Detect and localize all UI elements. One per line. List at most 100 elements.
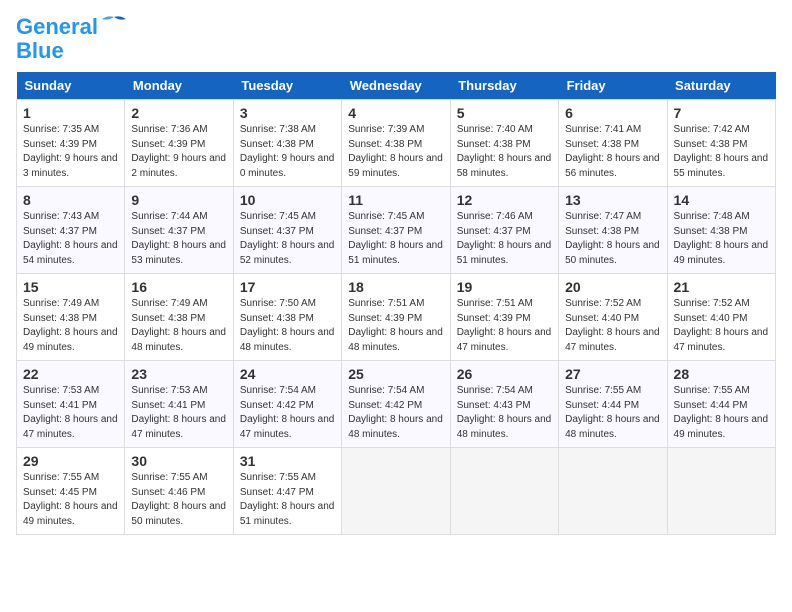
logo-bird-icon: [100, 15, 128, 35]
day-number: 1: [23, 105, 118, 121]
calendar-cell: 26 Sunrise: 7:54 AMSunset: 4:43 PMDaylig…: [450, 361, 558, 448]
calendar-cell: [450, 448, 558, 535]
day-info: Sunrise: 7:44 AMSunset: 4:37 PMDaylight:…: [131, 211, 226, 266]
day-number: 23: [131, 366, 226, 382]
calendar-cell: 3 Sunrise: 7:38 AMSunset: 4:38 PMDayligh…: [233, 100, 341, 187]
day-info: Sunrise: 7:45 AMSunset: 4:37 PMDaylight:…: [240, 211, 335, 266]
col-header-sunday: Sunday: [17, 72, 125, 100]
week-row-1: 1 Sunrise: 7:35 AMSunset: 4:39 PMDayligh…: [17, 100, 776, 187]
day-info: Sunrise: 7:54 AMSunset: 4:43 PMDaylight:…: [457, 385, 552, 440]
day-info: Sunrise: 7:40 AMSunset: 4:38 PMDaylight:…: [457, 124, 552, 179]
calendar-cell: 7 Sunrise: 7:42 AMSunset: 4:38 PMDayligh…: [667, 100, 775, 187]
day-info: Sunrise: 7:36 AMSunset: 4:39 PMDaylight:…: [131, 124, 226, 179]
calendar-cell: 31 Sunrise: 7:55 AMSunset: 4:47 PMDaylig…: [233, 448, 341, 535]
calendar-cell: 13 Sunrise: 7:47 AMSunset: 4:38 PMDaylig…: [559, 187, 667, 274]
day-info: Sunrise: 7:51 AMSunset: 4:39 PMDaylight:…: [457, 298, 552, 353]
calendar-cell: 20 Sunrise: 7:52 AMSunset: 4:40 PMDaylig…: [559, 274, 667, 361]
day-info: Sunrise: 7:38 AMSunset: 4:38 PMDaylight:…: [240, 124, 335, 179]
day-info: Sunrise: 7:41 AMSunset: 4:38 PMDaylight:…: [565, 124, 660, 179]
col-header-friday: Friday: [559, 72, 667, 100]
day-info: Sunrise: 7:55 AMSunset: 4:45 PMDaylight:…: [23, 472, 118, 527]
day-number: 18: [348, 279, 443, 295]
calendar-cell: 28 Sunrise: 7:55 AMSunset: 4:44 PMDaylig…: [667, 361, 775, 448]
day-info: Sunrise: 7:52 AMSunset: 4:40 PMDaylight:…: [565, 298, 660, 353]
calendar-cell: 10 Sunrise: 7:45 AMSunset: 4:37 PMDaylig…: [233, 187, 341, 274]
day-number: 10: [240, 192, 335, 208]
day-number: 31: [240, 453, 335, 469]
day-number: 7: [674, 105, 769, 121]
calendar-cell: 15 Sunrise: 7:49 AMSunset: 4:38 PMDaylig…: [17, 274, 125, 361]
calendar-cell: 17 Sunrise: 7:50 AMSunset: 4:38 PMDaylig…: [233, 274, 341, 361]
day-number: 6: [565, 105, 660, 121]
calendar-cell: 6 Sunrise: 7:41 AMSunset: 4:38 PMDayligh…: [559, 100, 667, 187]
week-row-3: 15 Sunrise: 7:49 AMSunset: 4:38 PMDaylig…: [17, 274, 776, 361]
day-number: 16: [131, 279, 226, 295]
calendar-cell: 14 Sunrise: 7:48 AMSunset: 4:38 PMDaylig…: [667, 187, 775, 274]
day-info: Sunrise: 7:55 AMSunset: 4:44 PMDaylight:…: [565, 385, 660, 440]
day-info: Sunrise: 7:48 AMSunset: 4:38 PMDaylight:…: [674, 211, 769, 266]
day-number: 12: [457, 192, 552, 208]
day-info: Sunrise: 7:54 AMSunset: 4:42 PMDaylight:…: [348, 385, 443, 440]
day-number: 24: [240, 366, 335, 382]
header-row: SundayMondayTuesdayWednesdayThursdayFrid…: [17, 72, 776, 100]
day-info: Sunrise: 7:39 AMSunset: 4:38 PMDaylight:…: [348, 124, 443, 179]
logo-blue-text: Blue: [16, 40, 64, 62]
day-number: 3: [240, 105, 335, 121]
day-number: 2: [131, 105, 226, 121]
calendar-cell: 1 Sunrise: 7:35 AMSunset: 4:39 PMDayligh…: [17, 100, 125, 187]
calendar-cell: 24 Sunrise: 7:54 AMSunset: 4:42 PMDaylig…: [233, 361, 341, 448]
day-info: Sunrise: 7:52 AMSunset: 4:40 PMDaylight:…: [674, 298, 769, 353]
day-number: 30: [131, 453, 226, 469]
day-number: 15: [23, 279, 118, 295]
day-number: 27: [565, 366, 660, 382]
day-info: Sunrise: 7:49 AMSunset: 4:38 PMDaylight:…: [131, 298, 226, 353]
calendar-cell: 18 Sunrise: 7:51 AMSunset: 4:39 PMDaylig…: [342, 274, 450, 361]
calendar-cell: 4 Sunrise: 7:39 AMSunset: 4:38 PMDayligh…: [342, 100, 450, 187]
calendar-cell: 19 Sunrise: 7:51 AMSunset: 4:39 PMDaylig…: [450, 274, 558, 361]
calendar-table: SundayMondayTuesdayWednesdayThursdayFrid…: [16, 72, 776, 535]
calendar-cell: [342, 448, 450, 535]
day-info: Sunrise: 7:43 AMSunset: 4:37 PMDaylight:…: [23, 211, 118, 266]
calendar-cell: 27 Sunrise: 7:55 AMSunset: 4:44 PMDaylig…: [559, 361, 667, 448]
calendar-cell: 5 Sunrise: 7:40 AMSunset: 4:38 PMDayligh…: [450, 100, 558, 187]
day-number: 8: [23, 192, 118, 208]
logo-text: General: [16, 16, 98, 38]
col-header-saturday: Saturday: [667, 72, 775, 100]
day-info: Sunrise: 7:53 AMSunset: 4:41 PMDaylight:…: [23, 385, 118, 440]
day-info: Sunrise: 7:55 AMSunset: 4:46 PMDaylight:…: [131, 472, 226, 527]
week-row-4: 22 Sunrise: 7:53 AMSunset: 4:41 PMDaylig…: [17, 361, 776, 448]
page-header: General Blue: [16, 16, 776, 62]
calendar-cell: 30 Sunrise: 7:55 AMSunset: 4:46 PMDaylig…: [125, 448, 233, 535]
calendar-cell: 11 Sunrise: 7:45 AMSunset: 4:37 PMDaylig…: [342, 187, 450, 274]
day-info: Sunrise: 7:45 AMSunset: 4:37 PMDaylight:…: [348, 211, 443, 266]
calendar-cell: [667, 448, 775, 535]
day-number: 19: [457, 279, 552, 295]
calendar-cell: 12 Sunrise: 7:46 AMSunset: 4:37 PMDaylig…: [450, 187, 558, 274]
day-number: 13: [565, 192, 660, 208]
day-number: 26: [457, 366, 552, 382]
day-number: 4: [348, 105, 443, 121]
calendar-cell: 8 Sunrise: 7:43 AMSunset: 4:37 PMDayligh…: [17, 187, 125, 274]
day-info: Sunrise: 7:50 AMSunset: 4:38 PMDaylight:…: [240, 298, 335, 353]
day-info: Sunrise: 7:55 AMSunset: 4:47 PMDaylight:…: [240, 472, 335, 527]
day-number: 5: [457, 105, 552, 121]
day-info: Sunrise: 7:35 AMSunset: 4:39 PMDaylight:…: [23, 124, 118, 179]
calendar-cell: 25 Sunrise: 7:54 AMSunset: 4:42 PMDaylig…: [342, 361, 450, 448]
calendar-cell: 2 Sunrise: 7:36 AMSunset: 4:39 PMDayligh…: [125, 100, 233, 187]
col-header-wednesday: Wednesday: [342, 72, 450, 100]
day-info: Sunrise: 7:53 AMSunset: 4:41 PMDaylight:…: [131, 385, 226, 440]
day-info: Sunrise: 7:51 AMSunset: 4:39 PMDaylight:…: [348, 298, 443, 353]
col-header-thursday: Thursday: [450, 72, 558, 100]
col-header-monday: Monday: [125, 72, 233, 100]
day-info: Sunrise: 7:42 AMSunset: 4:38 PMDaylight:…: [674, 124, 769, 179]
day-number: 9: [131, 192, 226, 208]
calendar-cell: 21 Sunrise: 7:52 AMSunset: 4:40 PMDaylig…: [667, 274, 775, 361]
day-number: 29: [23, 453, 118, 469]
day-number: 20: [565, 279, 660, 295]
calendar-cell: 29 Sunrise: 7:55 AMSunset: 4:45 PMDaylig…: [17, 448, 125, 535]
calendar-cell: 16 Sunrise: 7:49 AMSunset: 4:38 PMDaylig…: [125, 274, 233, 361]
day-number: 21: [674, 279, 769, 295]
week-row-2: 8 Sunrise: 7:43 AMSunset: 4:37 PMDayligh…: [17, 187, 776, 274]
day-info: Sunrise: 7:46 AMSunset: 4:37 PMDaylight:…: [457, 211, 552, 266]
day-number: 25: [348, 366, 443, 382]
